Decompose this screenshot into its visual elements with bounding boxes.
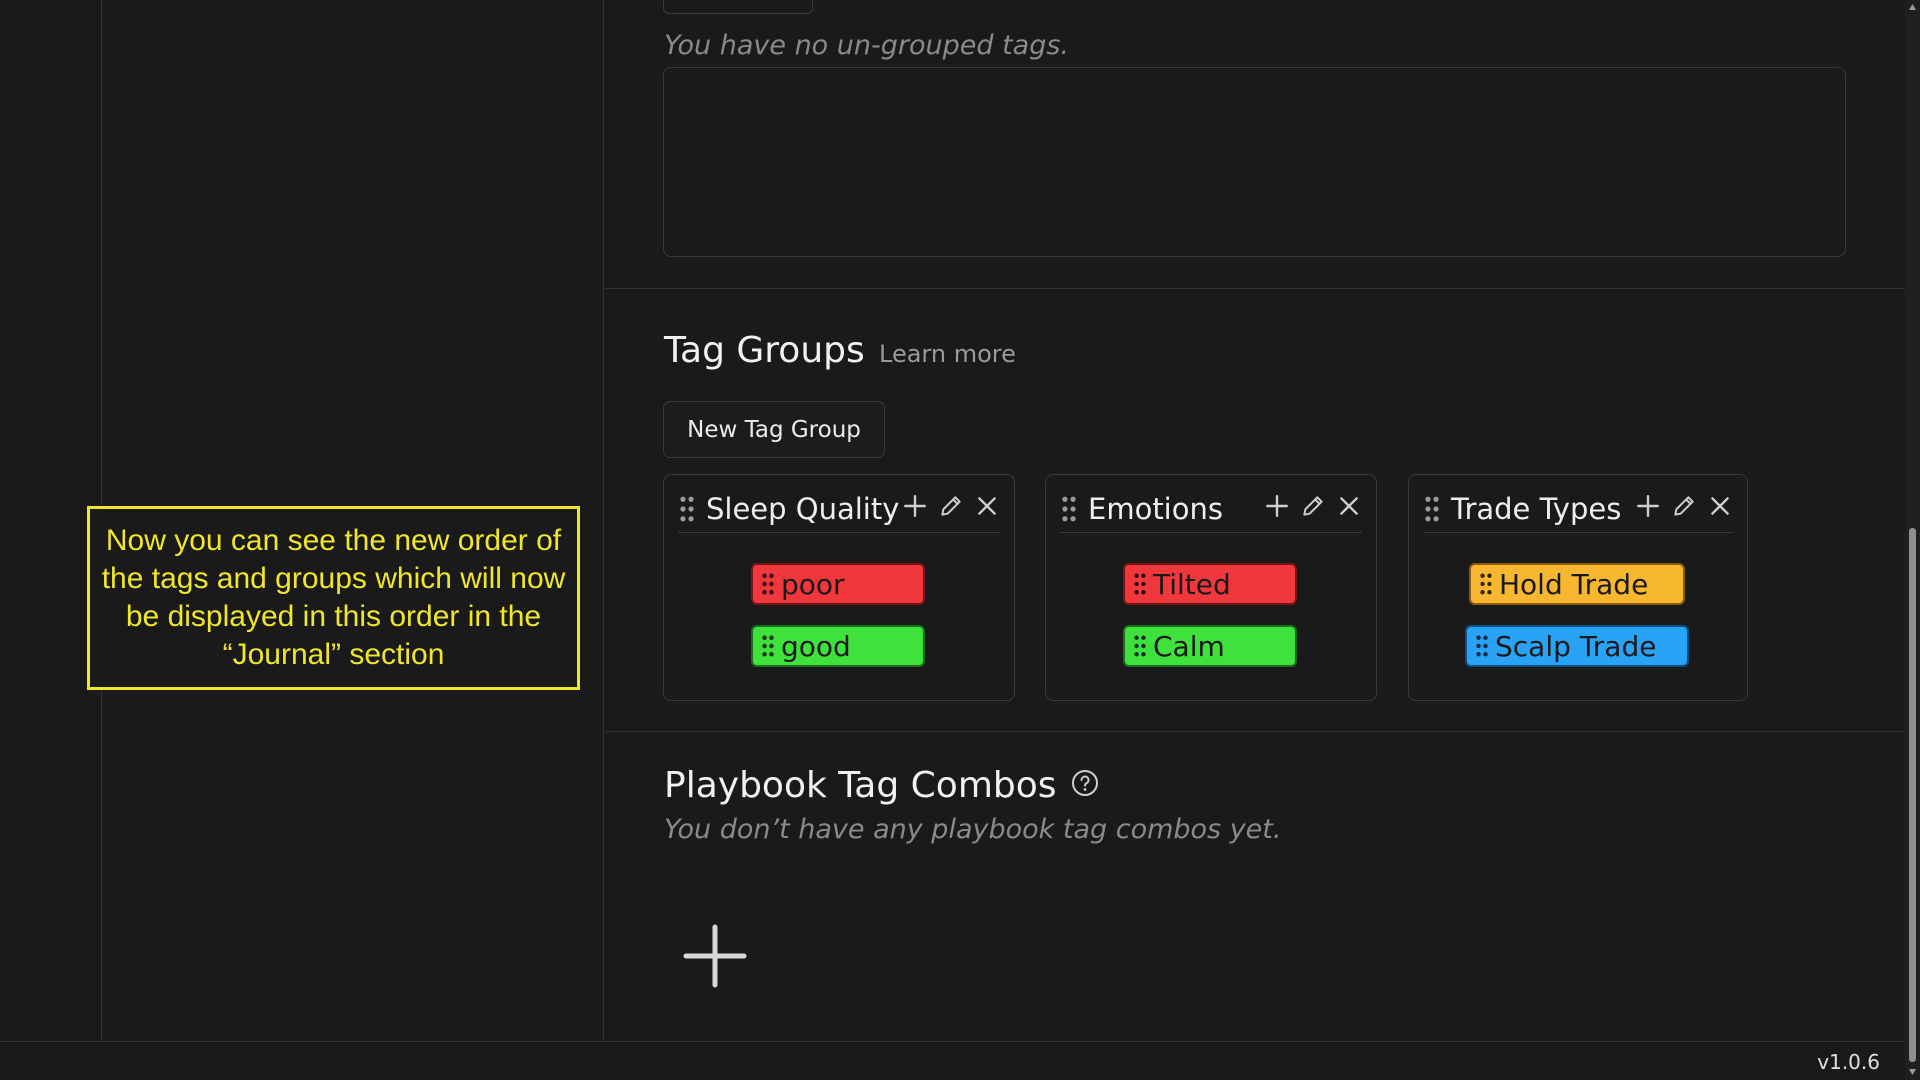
- tag-group-card-emotions[interactable]: Emotions Tilted Calm: [1045, 474, 1377, 701]
- callout-text: Now you can see the new order of the tag…: [101, 524, 566, 671]
- drag-handle-icon[interactable]: [1133, 635, 1147, 657]
- drag-handle-icon[interactable]: [761, 573, 775, 595]
- vertical-scrollbar[interactable]: [1905, 0, 1920, 1080]
- plus-icon[interactable]: [1264, 493, 1290, 519]
- pencil-icon[interactable]: [1671, 493, 1697, 519]
- group-name: Sleep Quality: [706, 491, 900, 526]
- ungrouped-empty-text: You have no un-grouped tags.: [664, 30, 1070, 61]
- tag-group-card-sleep-quality[interactable]: Sleep Quality poor good: [663, 474, 1015, 701]
- drag-handle-icon[interactable]: [1475, 635, 1489, 657]
- group-actions: [1635, 493, 1733, 519]
- tag-chip[interactable]: Tilted: [1123, 563, 1297, 605]
- group-actions: [1264, 493, 1362, 519]
- scroll-down-arrow-icon[interactable]: [1908, 1068, 1917, 1076]
- learn-more-link[interactable]: Learn more: [879, 340, 1016, 368]
- group-header: Emotions: [1060, 485, 1362, 533]
- group-header: Trade Types: [1423, 485, 1733, 533]
- version-label: v1.0.6: [1817, 1050, 1880, 1074]
- ungrouped-tags-dropzone[interactable]: [663, 67, 1846, 257]
- drag-handle-icon[interactable]: [761, 635, 775, 657]
- tag-chip[interactable]: Scalp Trade: [1465, 625, 1689, 667]
- tag-label: Scalp Trade: [1495, 629, 1657, 663]
- drag-handle-icon[interactable]: [1479, 573, 1493, 595]
- help-icon[interactable]: [1071, 769, 1099, 797]
- group-actions: [902, 493, 1000, 519]
- tags-settings-main: You have no un-grouped tags. Tag Groups …: [605, 0, 1905, 1041]
- tag-label: poor: [781, 567, 845, 601]
- group-name: Emotions: [1088, 491, 1223, 526]
- tag-label: Tilted: [1153, 567, 1231, 601]
- tag-chip[interactable]: good: [751, 625, 925, 667]
- playbook-title: Playbook Tag Combos: [664, 765, 1057, 806]
- tag-chip[interactable]: Hold Trade: [1469, 563, 1685, 605]
- group-name: Trade Types: [1451, 491, 1622, 526]
- close-icon[interactable]: [974, 493, 1000, 519]
- drag-handle-icon[interactable]: [1060, 496, 1078, 522]
- footer-bar: v1.0.6: [0, 1041, 1905, 1080]
- tag-groups-title: Tag Groups: [664, 330, 865, 371]
- divider: [605, 731, 1905, 732]
- tag-group-card-trade-types[interactable]: Trade Types Hold Trade Scalp Trade: [1408, 474, 1748, 701]
- scroll-up-arrow-icon[interactable]: [1908, 3, 1917, 11]
- tag-label: Hold Trade: [1499, 567, 1649, 601]
- top-button-partial[interactable]: [663, 0, 813, 14]
- close-icon[interactable]: [1707, 493, 1733, 519]
- drag-handle-icon[interactable]: [678, 496, 696, 522]
- close-icon[interactable]: [1336, 493, 1362, 519]
- tutorial-callout: Now you can see the new order of the tag…: [87, 506, 580, 690]
- pencil-icon[interactable]: [1300, 493, 1326, 519]
- tag-chip[interactable]: Calm: [1123, 625, 1297, 667]
- tag-label: good: [781, 629, 851, 663]
- playbook-empty-text: You don’t have any playbook tag combos y…: [664, 814, 1282, 845]
- plus-icon[interactable]: [1635, 493, 1661, 519]
- new-tag-group-button[interactable]: New Tag Group: [663, 401, 885, 458]
- plus-icon[interactable]: [902, 493, 928, 519]
- pencil-icon[interactable]: [938, 493, 964, 519]
- drag-handle-icon[interactable]: [1133, 573, 1147, 595]
- add-combo-plus-icon[interactable]: [682, 923, 748, 989]
- tag-chip[interactable]: poor: [751, 563, 925, 605]
- drag-handle-icon[interactable]: [1423, 496, 1441, 522]
- scroll-thumb[interactable]: [1909, 528, 1916, 1062]
- group-header: Sleep Quality: [678, 485, 1000, 533]
- divider: [605, 288, 1905, 289]
- tag-label: Calm: [1153, 629, 1225, 663]
